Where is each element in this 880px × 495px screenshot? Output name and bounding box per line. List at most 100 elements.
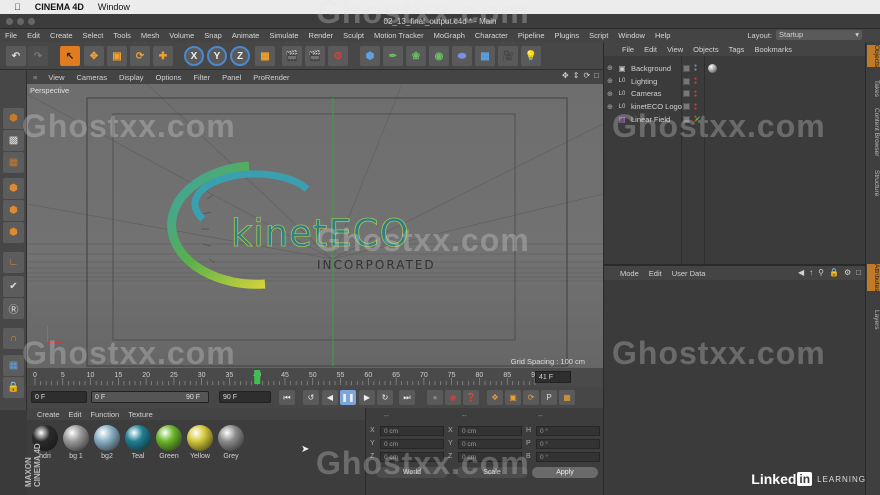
right-tab-objects[interactable]: Objects xyxy=(867,45,880,68)
edit-render-settings-button[interactable]: ⚙ xyxy=(328,46,348,66)
material-item[interactable]: Green xyxy=(155,425,183,460)
menu-item-snap[interactable]: Snap xyxy=(199,31,227,40)
object-menu-bookmarks[interactable]: Bookmarks xyxy=(754,45,792,54)
redo-button[interactable]: ↷ xyxy=(28,46,48,66)
viewport-menu-prorender[interactable]: ProRender xyxy=(247,73,295,82)
floor-button[interactable]: ▦ xyxy=(475,46,495,66)
texture-mode-icon[interactable]: ▦ xyxy=(3,152,24,173)
menu-item-render[interactable]: Render xyxy=(304,31,339,40)
material-item[interactable]: bg 1 xyxy=(62,425,90,460)
viewport-menu-filter[interactable]: Filter xyxy=(187,73,216,82)
render-view-button[interactable]: 🎬 xyxy=(282,46,302,66)
tweak-mode-icon[interactable]: ✔ xyxy=(3,276,24,297)
next-frame-button[interactable]: ▶ xyxy=(359,390,375,405)
material-item[interactable]: Grey xyxy=(217,425,245,460)
arrow-up-icon[interactable]: ↑ xyxy=(809,268,813,277)
expand-toggle-icon[interactable]: ⊕ xyxy=(607,77,615,85)
viewport-menu-cameras[interactable]: Cameras xyxy=(71,73,113,82)
layout-dropdown[interactable]: Startup ▾ xyxy=(776,30,862,40)
snap-icon[interactable]: Ⓡ xyxy=(3,298,24,319)
material-menu-function[interactable]: Function xyxy=(90,410,119,419)
coord-size-field[interactable]: 0 cm xyxy=(458,425,522,436)
lock-icon[interactable]: 🔒 xyxy=(829,268,839,277)
coordinate-system-button[interactable]: ▦ xyxy=(255,46,275,66)
visibility-toggle-icon[interactable] xyxy=(683,77,690,85)
end-frame-field[interactable]: 90 F xyxy=(219,391,271,403)
recent-tool-button[interactable]: ✚ xyxy=(153,46,173,66)
subdivision-surface-button[interactable]: ❀ xyxy=(406,46,426,66)
goto-start-button[interactable]: ⏮ xyxy=(279,390,295,405)
start-frame-field[interactable]: 0 F xyxy=(31,391,87,403)
zoom-icon[interactable]: ⇕ xyxy=(573,71,580,80)
object-menu-edit[interactable]: Edit xyxy=(644,45,657,54)
polygons-mode-icon[interactable]: ⬢ xyxy=(3,222,24,243)
new-panel-icon[interactable]: □ xyxy=(856,268,861,277)
move-key-button[interactable]: ✥ xyxy=(487,390,503,405)
object-row[interactable]: ⊕ ▣ Background ● ● xyxy=(604,62,866,75)
expand-toggle-icon[interactable]: ⊕ xyxy=(607,90,615,98)
menu-item-pipeline[interactable]: Pipeline xyxy=(513,31,550,40)
material-menu-create[interactable]: Create xyxy=(37,410,60,419)
window-menu[interactable]: Window xyxy=(98,2,130,12)
attribute-menu-edit[interactable]: Edit xyxy=(649,269,662,278)
arrow-back-icon[interactable]: ◀ xyxy=(798,268,804,277)
visibility-toggle-icon[interactable] xyxy=(683,90,690,98)
axis-mode-icon[interactable]: ∟ xyxy=(3,252,24,273)
attribute-menu-mode[interactable]: Mode xyxy=(620,269,639,278)
goto-end-button[interactable]: ⏭ xyxy=(399,390,415,405)
param-key-button[interactable]: P xyxy=(541,390,557,405)
attribute-menu-user-data[interactable]: User Data xyxy=(672,269,706,278)
menu-item-tools[interactable]: Tools xyxy=(108,31,136,40)
prev-frame-button[interactable]: ◀ xyxy=(322,390,338,405)
current-frame-field[interactable]: 41 F xyxy=(535,371,571,383)
rotate-tool-button[interactable]: ⟳ xyxy=(130,46,150,66)
play-button[interactable]: ❚❚ xyxy=(340,390,356,405)
menu-item-create[interactable]: Create xyxy=(45,31,78,40)
playhead-marker[interactable] xyxy=(254,370,261,384)
points-mode-icon[interactable]: ⬢ xyxy=(3,178,24,199)
menu-item-file[interactable]: File xyxy=(0,31,22,40)
render-dot-icon[interactable]: ● ● xyxy=(694,77,697,86)
right-tab-takes[interactable]: Takes xyxy=(867,80,880,97)
material-menu-edit[interactable]: Edit xyxy=(69,410,82,419)
menu-item-mesh[interactable]: Mesh xyxy=(136,31,164,40)
material-item[interactable]: Teal xyxy=(124,425,152,460)
live-selection-button[interactable]: ↖ xyxy=(60,46,80,66)
rotate-key-button[interactable]: ⟳ xyxy=(523,390,539,405)
z-axis-button[interactable]: Z xyxy=(230,46,250,66)
menu-item-mograph[interactable]: MoGraph xyxy=(429,31,470,40)
move-tool-button[interactable]: ✥ xyxy=(84,46,104,66)
object-menu-objects[interactable]: Objects xyxy=(693,45,718,54)
menu-item-window[interactable]: Window xyxy=(613,31,650,40)
record-active-button[interactable]: ◉ xyxy=(445,390,461,405)
menu-item-character[interactable]: Character xyxy=(470,31,513,40)
menu-item-script[interactable]: Script xyxy=(584,31,613,40)
magnet-icon[interactable]: ∩ xyxy=(3,328,24,349)
material-tag-icon[interactable] xyxy=(708,63,717,73)
object-row[interactable]: ⊕ L0 Cameras ● ● xyxy=(604,88,866,101)
cube-object-button[interactable]: ⬢ xyxy=(360,46,380,66)
scale-tool-button[interactable]: ▣ xyxy=(107,46,127,66)
menu-item-motion-tracker[interactable]: Motion Tracker xyxy=(369,31,429,40)
menu-item-volume[interactable]: Volume xyxy=(164,31,199,40)
x-axis-button[interactable]: X xyxy=(184,46,204,66)
orbit-icon[interactable]: ⟳ xyxy=(583,71,590,80)
coord-position-field[interactable]: 0 cm xyxy=(380,425,444,436)
workplane-icon[interactable]: ▦ xyxy=(3,355,24,376)
viewport-menu-view[interactable]: View xyxy=(42,73,70,82)
settings-icon[interactable]: ⚙ xyxy=(844,268,851,277)
prev-key-button[interactable]: ↺ xyxy=(303,390,319,405)
coord-rotation-field[interactable]: 0 ° xyxy=(536,451,600,462)
scale-key-button[interactable]: ▣ xyxy=(505,390,521,405)
camera-button[interactable]: 🎥 xyxy=(498,46,518,66)
visibility-toggle-icon[interactable] xyxy=(683,64,690,72)
material-menu-texture[interactable]: Texture xyxy=(128,410,153,419)
range-slider[interactable]: 0 F 90 F xyxy=(91,391,209,403)
viewport-menu-options[interactable]: Options xyxy=(150,73,188,82)
search-icon[interactable]: ⚲ xyxy=(818,268,824,277)
viewport-menu-display[interactable]: Display xyxy=(113,73,150,82)
zoom-window-button[interactable] xyxy=(28,18,35,25)
right-tab-structure[interactable]: Structure xyxy=(867,170,880,196)
render-dot-icon[interactable]: ● ● xyxy=(694,89,697,98)
toggle-layout-icon[interactable]: □ xyxy=(594,71,599,80)
